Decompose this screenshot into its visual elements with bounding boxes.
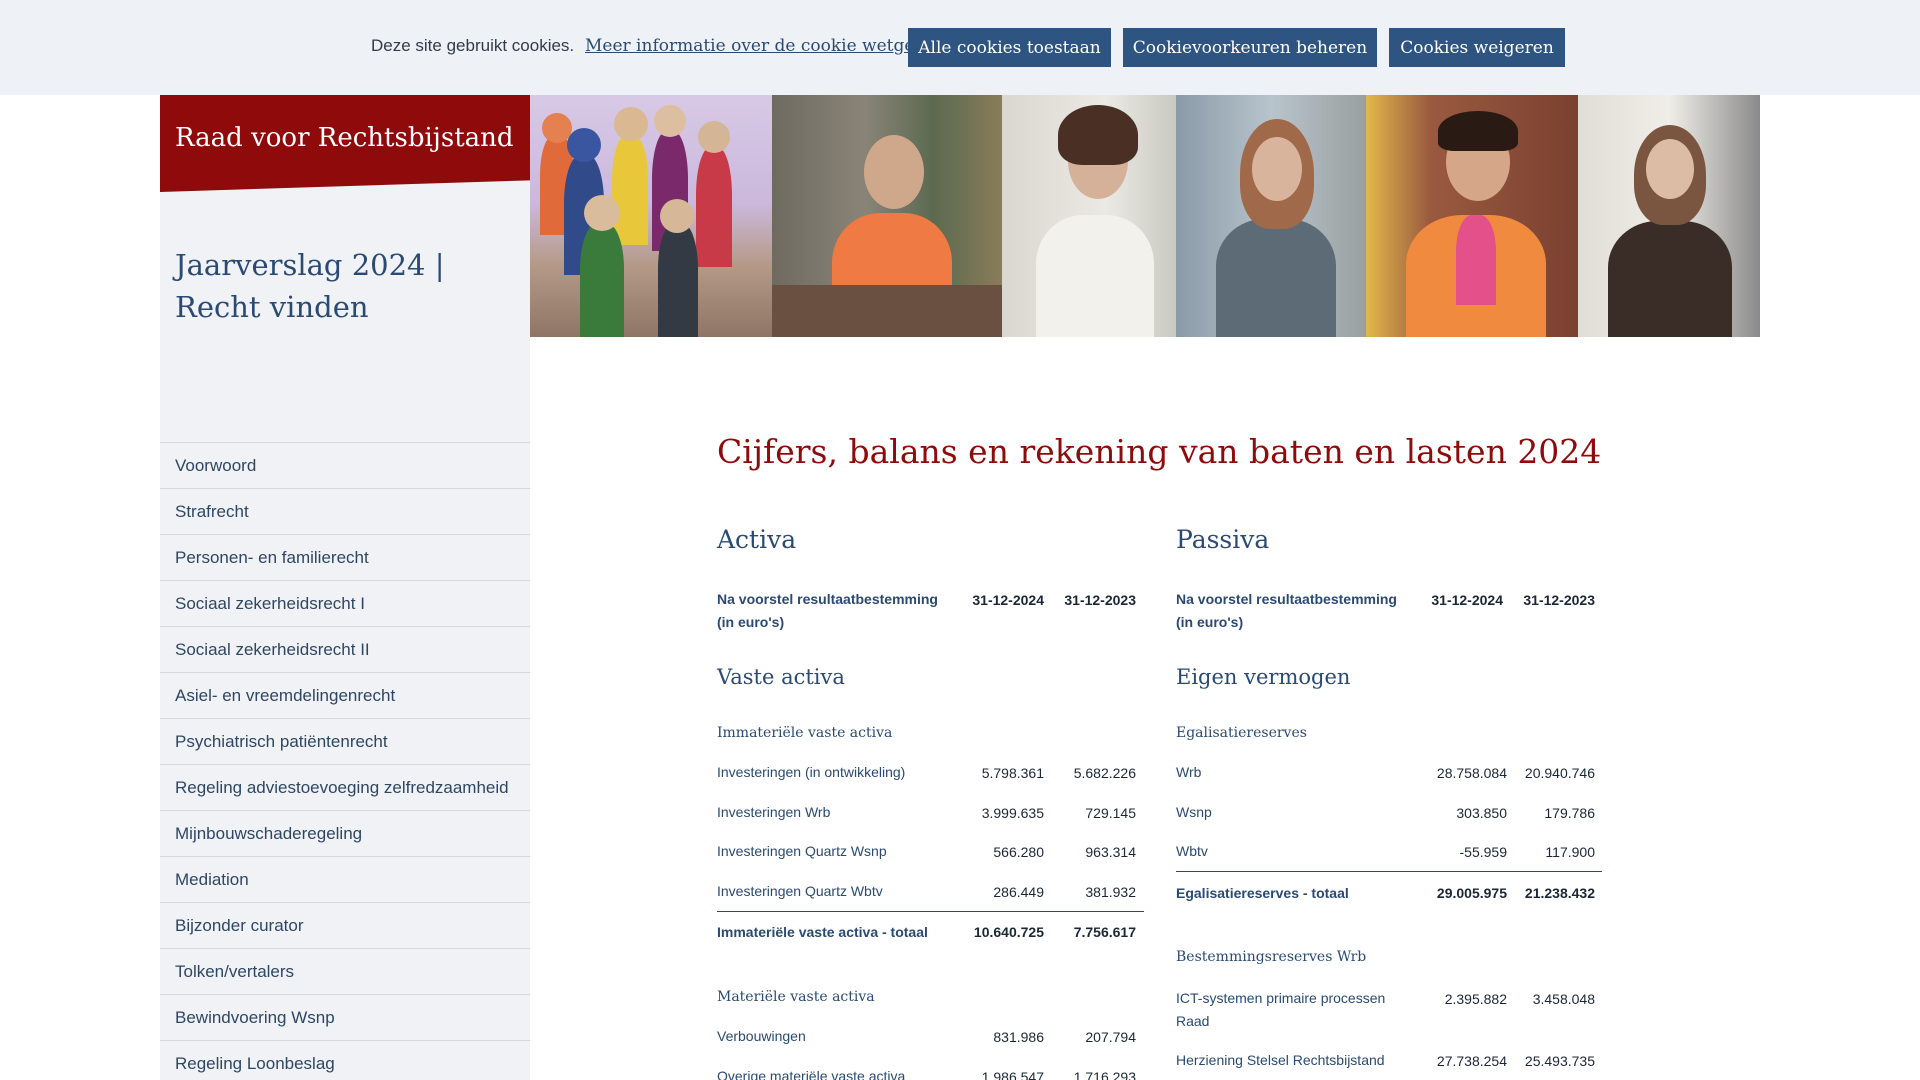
table-row-label: Investeringen (in ontwikkeling) bbox=[717, 764, 906, 780]
immaterieel-total-2024: 10.640.725 bbox=[973, 924, 1044, 940]
nav-item-voorwoord[interactable]: Voorwoord bbox=[160, 443, 530, 489]
logo[interactable]: Raad voor Rechtsbijstand bbox=[160, 95, 530, 192]
hero-banner bbox=[530, 95, 1760, 337]
nav-item-loonbeslag[interactable]: Regeling Loonbeslag bbox=[160, 1041, 530, 1080]
portrait-photo-1 bbox=[772, 95, 1002, 337]
cookie-bar: Deze site gebruikt cookies. Meer informa… bbox=[0, 0, 1920, 95]
nav-item-strafrecht[interactable]: Strafrecht bbox=[160, 489, 530, 535]
table-cell: 5.798.361 bbox=[981, 765, 1044, 781]
table-cell: 286.449 bbox=[993, 884, 1044, 900]
table-cell: 1.716.293 bbox=[1073, 1069, 1136, 1080]
table-row-label: Investeringen Quartz Wbtv bbox=[717, 883, 883, 899]
passiva-date-2024: 31-12-2024 bbox=[1431, 592, 1503, 608]
manage-cookies-button[interactable]: Cookievoorkeuren beheren bbox=[1123, 28, 1377, 67]
table-cell: 27.738.254 bbox=[1436, 1053, 1507, 1069]
total-divider bbox=[1176, 871, 1602, 872]
nav-item-mijnbouwschade[interactable]: Mijnbouwschaderegeling bbox=[160, 811, 530, 857]
nav-item-sociaal-1[interactable]: Sociaal zekerheidsrecht I bbox=[160, 581, 530, 627]
table-cell: 566.280 bbox=[993, 844, 1044, 860]
egalisatie-total-2024: 29.005.975 bbox=[1436, 885, 1507, 901]
egalisatie-group-title: Egalisatiereserves bbox=[1176, 725, 1307, 741]
table-cell: 381.932 bbox=[1085, 884, 1136, 900]
table-cell: 3.458.048 bbox=[1532, 991, 1595, 1007]
portrait-photo-3 bbox=[1176, 95, 1366, 337]
sidebar-nav: Voorwoord Strafrecht Personen- en famili… bbox=[160, 442, 530, 1080]
nav-item-adviestoevoeging[interactable]: Regeling adviestoevoeging zelfredzaamhei… bbox=[160, 765, 530, 811]
table-cell: 729.145 bbox=[1085, 805, 1136, 821]
nav-item-familierecht[interactable]: Personen- en familierecht bbox=[160, 535, 530, 581]
passiva-header-label: Na voorstel resultaatbestemming (in euro… bbox=[1176, 591, 1397, 630]
table-cell: 831.986 bbox=[993, 1029, 1044, 1045]
activa-date-2024: 31-12-2024 bbox=[972, 592, 1044, 608]
table-cell: 28.758.084 bbox=[1436, 765, 1507, 781]
activa-date-2023: 31-12-2023 bbox=[1064, 592, 1136, 608]
table-cell: 5.682.226 bbox=[1073, 765, 1136, 781]
immaterieel-group-title: Immateriële vaste activa bbox=[717, 725, 893, 741]
table-row-label: Overige materiële vaste activa bbox=[717, 1068, 906, 1080]
table-cell: 179.786 bbox=[1544, 805, 1595, 821]
portrait-photo-5 bbox=[1578, 95, 1760, 337]
refuse-cookies-button[interactable]: Cookies weigeren bbox=[1389, 28, 1565, 67]
table-cell: 3.999.635 bbox=[981, 805, 1044, 821]
logo-text: Raad voor Rechtsbijstand bbox=[175, 123, 514, 153]
table-cell: 963.314 bbox=[1085, 844, 1136, 860]
table-cell: -55.959 bbox=[1459, 844, 1507, 860]
pawns-photo bbox=[530, 95, 772, 337]
nav-item-mediation[interactable]: Mediation bbox=[160, 857, 530, 903]
nav-item-asiel[interactable]: Asiel- en vreemdelingenrecht bbox=[160, 673, 530, 719]
eigen-vermogen-heading: Eigen vermogen bbox=[1176, 665, 1351, 689]
page-title: Cijfers, balans en rekening van baten en… bbox=[717, 432, 1602, 471]
nav-item-tolken[interactable]: Tolken/vertalers bbox=[160, 949, 530, 995]
table-cell: 303.850 bbox=[1456, 805, 1507, 821]
portrait-photo-4 bbox=[1366, 95, 1578, 337]
report-title[interactable]: Jaarverslag 2024 | Recht vinden bbox=[175, 244, 515, 328]
egalisatie-total-label: Egalisatiereserves - totaal bbox=[1176, 885, 1349, 901]
table-cell: 1.986.547 bbox=[981, 1069, 1044, 1080]
immaterieel-total-2023: 7.756.617 bbox=[1073, 924, 1136, 940]
passiva-heading: Passiva bbox=[1176, 525, 1270, 554]
table-cell: 2.395.882 bbox=[1444, 991, 1507, 1007]
nav-item-psychiatrisch[interactable]: Psychiatrisch patiëntenrecht bbox=[160, 719, 530, 765]
table-row-label: Wrb bbox=[1176, 764, 1202, 780]
table-row-label: Wsnp bbox=[1176, 804, 1212, 820]
passiva-date-2023: 31-12-2023 bbox=[1523, 592, 1595, 608]
vaste-activa-heading: Vaste activa bbox=[717, 665, 845, 689]
total-divider bbox=[717, 911, 1144, 912]
table-cell: 20.940.746 bbox=[1524, 765, 1595, 781]
nav-item-sociaal-2[interactable]: Sociaal zekerheidsrecht II bbox=[160, 627, 530, 673]
nav-item-bijzonder-curator[interactable]: Bijzonder curator bbox=[160, 903, 530, 949]
portrait-photo-2 bbox=[1002, 95, 1176, 337]
nav-item-bewindvoering[interactable]: Bewindvoering Wsnp bbox=[160, 995, 530, 1041]
accept-all-cookies-button[interactable]: Alle cookies toestaan bbox=[908, 28, 1111, 67]
materieel-group-title: Materiële vaste activa bbox=[717, 989, 875, 1005]
table-cell: 207.794 bbox=[1085, 1029, 1136, 1045]
cookie-notice-text: Deze site gebruikt cookies. bbox=[371, 36, 575, 55]
table-row-label: Wbtv bbox=[1176, 843, 1208, 859]
table-row-label: Herziening Stelsel Rechtsbijstand bbox=[1176, 1052, 1385, 1068]
immaterieel-total-label: Immateriële vaste activa - totaal bbox=[717, 924, 928, 940]
table-row-label: Investeringen Quartz Wsnp bbox=[717, 843, 887, 859]
table-row-label: ICT-systemen primaire processen Raad bbox=[1176, 990, 1386, 1029]
egalisatie-total-2023: 21.238.432 bbox=[1524, 885, 1595, 901]
bestemming-group-title: Bestemmingsreserves Wrb bbox=[1176, 949, 1367, 965]
table-cell: 117.900 bbox=[1545, 844, 1595, 860]
table-cell: 25.493.735 bbox=[1524, 1053, 1595, 1069]
table-row-label: Investeringen Wrb bbox=[717, 804, 831, 820]
table-row-label: Verbouwingen bbox=[717, 1028, 806, 1044]
activa-heading: Activa bbox=[717, 525, 797, 554]
activa-header-label: Na voorstel resultaatbestemming (in euro… bbox=[717, 591, 938, 630]
cookie-info-link[interactable]: Meer informatie over de cookie wetgeving bbox=[585, 36, 951, 56]
